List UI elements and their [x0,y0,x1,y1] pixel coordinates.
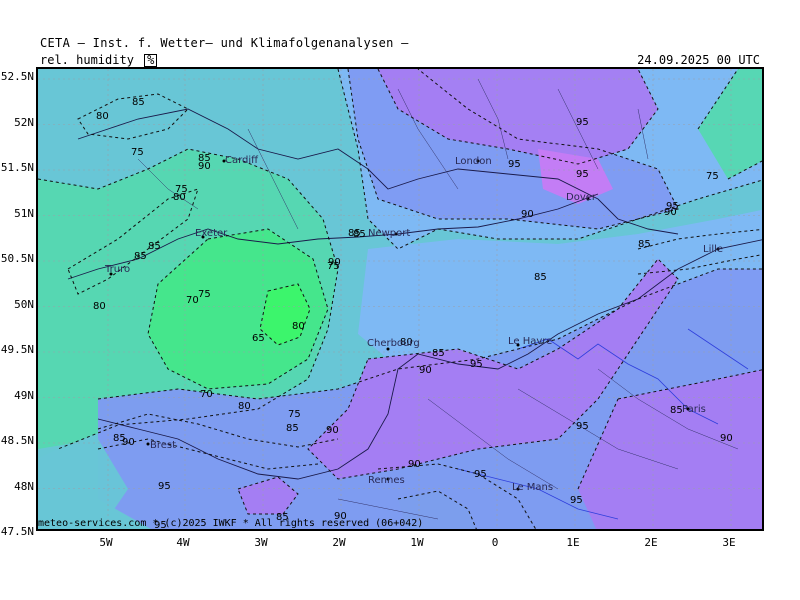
city-label: Rennes [368,475,405,486]
contour-value-label: 95 [570,495,583,506]
lon-tick-label: 1W [410,536,424,549]
header-bar: rel. humidity % 24.09.2025 00 UTC [36,52,764,67]
city-label: Cardiff [225,155,259,166]
variable-label: rel. humidity % [40,53,158,67]
city-label: Paris [682,404,706,415]
lon-tick-label: 5W [99,536,113,549]
contour-value-label: 85 [353,229,366,240]
city-label: Newport [368,228,411,239]
lon-tick-label: 1E [566,536,580,549]
contour-value-label: 85 [132,97,145,108]
lat-tick-label: 51.5N [0,161,34,174]
city-label: Truro [105,264,131,275]
lon-tick-label: 4W [176,536,190,549]
city-label: Dover [566,192,596,203]
city-label: Le Mans [512,482,554,493]
lat-tick-label: 49.5N [0,343,34,356]
contour-value-label: 95 [576,169,589,180]
city-label: Lille [703,244,724,255]
lat-tick-label: 52N [14,115,34,129]
contour-value-label: 75 [131,147,144,158]
lat-tick-label: 49N [14,388,34,402]
variable-name: rel. humidity [40,53,134,67]
contour-value-label: 85 [148,241,161,252]
contour-value-label: 80 [173,192,186,203]
contour-value-label: 85 [134,251,147,262]
contour-value-label: 90 [198,161,211,172]
contour-value-label: 65 [252,333,265,344]
city-label: Brest [150,440,177,451]
city-label: London [455,156,492,167]
lat-tick-label: 48N [14,479,34,493]
contour-value-label: 95 [474,469,487,480]
contour-value-label: 90 [720,433,733,444]
humidity-areas [38,69,762,529]
contour-value-label: 90 [122,437,135,448]
valid-time: 24.09.2025 00 UTC [637,53,760,67]
contour-value-label: 90 [408,459,421,470]
contour-value-label: 85 [638,239,651,250]
contour-value-label: 85 [286,423,299,434]
contour-value-label: 80 [93,301,106,312]
lon-tick-label: 0 [491,536,499,549]
contour-value-label: 90 [326,425,339,436]
lon-tick-label: 2E [644,536,658,549]
lat-tick-label: 52.5N [0,70,34,83]
contour-value-label: 95 [508,159,521,170]
lat-tick-label: 50.5N [0,252,34,265]
contour-value-label: 80 [292,321,305,332]
lat-tick-label: 50N [14,297,34,311]
unit-box: % [144,54,158,67]
humidity-map: 85 80 75 85 90 75 80 85 85 80 70 75 80 65 70 80 75 85 90 85… [36,67,764,531]
contour-value-label: 95 [470,359,483,370]
contour-value-label: 80 [238,401,251,412]
map-canvas: 858075859075808585807075806570807585 9085… [38,69,762,529]
contour-value-label: 70 [186,295,199,306]
contour-value-label: 90 [521,209,534,220]
contour-value-label: 90 [328,257,341,268]
lat-tick-label: 47.5N [0,525,34,538]
contour-value-label: 95 [158,481,171,492]
contour-value-label: 95 [666,201,679,212]
contour-value-label: 85 [670,405,683,416]
contour-value-label: 75 [288,409,301,420]
contour-value-label: 75 [706,171,719,182]
contour-value-label: 80 [96,111,109,122]
map-title: CETA — Inst. f. Wetter— und Klimafolgena… [40,36,409,50]
lon-tick-label: 3E [722,536,736,549]
lon-tick-label: 3W [254,536,268,549]
city-label: Cherbourg [367,338,420,349]
contour-value-label: 70 [200,389,213,400]
lat-tick-label: 51N [14,206,34,220]
contour-value-label: 95 [576,117,589,128]
copyright-notice: meteo-services.com * (c)2025 IWKF * All … [38,518,424,529]
contour-value-label: 75 [198,289,211,300]
contour-value-label: 90 [419,365,432,376]
lat-tick-label: 48.5N [0,434,34,447]
lon-tick-label: 2W [332,536,346,549]
contour-value-label: 95 [576,421,589,432]
city-label: Exeter [195,228,228,239]
city-label: Le Havre [508,336,553,347]
contour-value-label: 85 [432,348,445,359]
contour-value-label: 85 [534,272,547,283]
